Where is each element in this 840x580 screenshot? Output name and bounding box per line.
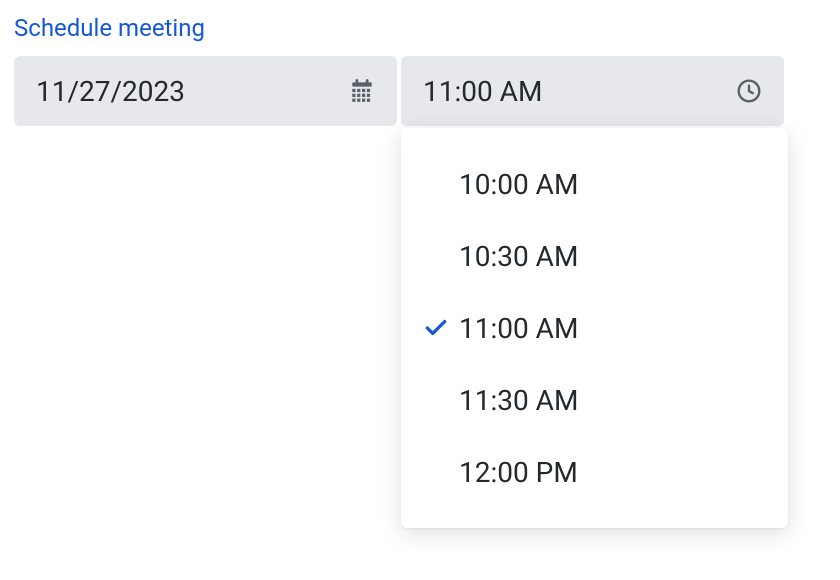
time-option-label: 11:30 AM — [459, 384, 578, 417]
calendar-icon — [349, 78, 375, 104]
time-option-label: 12:00 PM — [459, 456, 578, 489]
date-value: 11/27/2023 — [36, 75, 185, 108]
time-option-1100am[interactable]: 11:00 AM — [401, 292, 788, 364]
time-value: 11:00 AM — [423, 75, 542, 108]
time-option-label: 10:30 AM — [459, 240, 578, 273]
check-icon — [423, 315, 459, 341]
time-option-1000am[interactable]: 10:00 AM — [401, 148, 788, 220]
clock-icon — [736, 78, 762, 104]
time-field[interactable]: 11:00 AM 10:00 AM 10:30 AM — [401, 56, 784, 126]
time-option-label: 10:00 AM — [459, 168, 578, 201]
check-icon — [423, 387, 459, 413]
time-option-1030am[interactable]: 10:30 AM — [401, 220, 788, 292]
time-dropdown: 10:00 AM 10:30 AM 11:00 AM 11:30 AM — [401, 128, 788, 528]
time-option-1200pm[interactable]: 12:00 PM — [401, 436, 788, 508]
time-option-label: 11:00 AM — [459, 312, 578, 345]
datetime-fields: 11/27/2023 11:00 AM — [14, 56, 784, 126]
check-icon — [423, 243, 459, 269]
check-icon — [423, 459, 459, 485]
check-icon — [423, 171, 459, 197]
page-title: Schedule meeting — [14, 14, 826, 42]
time-option-1130am[interactable]: 11:30 AM — [401, 364, 788, 436]
date-field[interactable]: 11/27/2023 — [14, 56, 397, 126]
